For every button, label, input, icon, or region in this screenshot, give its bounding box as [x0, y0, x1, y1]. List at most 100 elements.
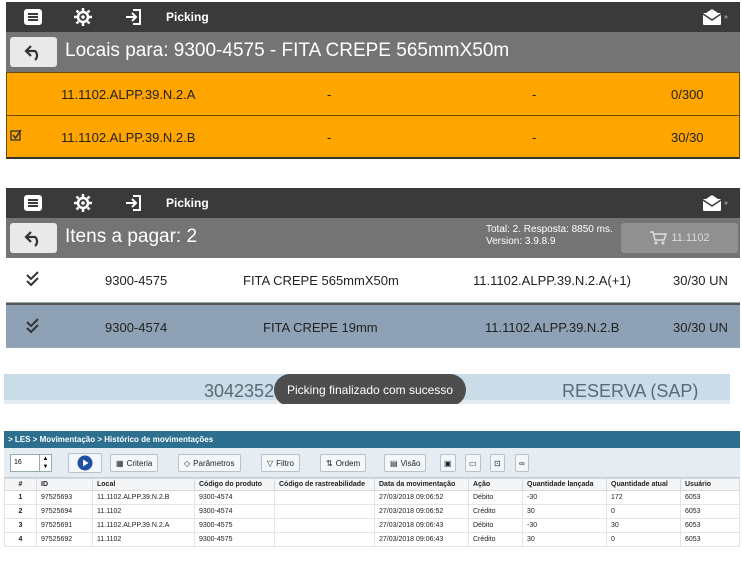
- parametros-button[interactable]: ◇ Parâmetros: [178, 454, 241, 472]
- col-header[interactable]: Código de rastreabilidade: [274, 478, 375, 491]
- link-icon: ∞: [519, 458, 525, 468]
- item-row[interactable]: 9300-4575 FITA CREPE 565mmX50m 11.1102.A…: [6, 258, 740, 303]
- back-button[interactable]: [10, 37, 57, 67]
- cell-id: 97525694: [36, 504, 93, 519]
- page-title: Locais para: 9300-4575 - FITA CREPE 565m…: [65, 40, 510, 61]
- item-code: 9300-4574: [105, 320, 168, 335]
- cell-user: 6053: [680, 504, 740, 519]
- location-col2: -: [327, 130, 332, 145]
- stepper-arrows-icon[interactable]: ▲ ▼: [39, 455, 51, 471]
- cell-date: 27/03/2018 09:06:52: [374, 490, 469, 505]
- excel-icon: ▣: [444, 458, 452, 468]
- item-qty: 30/30 UN: [673, 273, 728, 288]
- page-header: Itens a pagar: 2 Total: 2. Resposta: 885…: [6, 218, 740, 258]
- back-button[interactable]: [10, 223, 57, 253]
- parametros-label: Parâmetros: [193, 458, 235, 468]
- cell-trace: [274, 504, 375, 519]
- visao-button[interactable]: ▤ Visão: [384, 454, 427, 472]
- cell-product: 9300-4575: [194, 518, 275, 533]
- menu-icon[interactable]: [22, 8, 44, 26]
- criteria-button[interactable]: ▦ Criteria: [110, 454, 159, 472]
- col-header[interactable]: #: [4, 478, 37, 491]
- col-header[interactable]: Local: [92, 478, 195, 491]
- save-button[interactable]: ▭: [465, 454, 481, 472]
- item-row[interactable]: 9300-4574 FITA CREPE 19mm 11.1102.ALPP.3…: [6, 303, 740, 348]
- env-badge: »: [724, 199, 728, 207]
- ordem-button[interactable]: ⇅ Ordem: [320, 454, 367, 472]
- tag-icon: ◇: [184, 458, 191, 468]
- page-size-stepper[interactable]: 16 ▲ ▼: [10, 454, 52, 472]
- response-stats: Total: 2. Resposta: 8850 ms. Version: 3.…: [486, 224, 613, 248]
- cell-qty-posted: -30: [522, 518, 607, 533]
- col-header[interactable]: Usuário: [680, 478, 740, 491]
- filtro-button[interactable]: ▽ Filtro: [261, 454, 300, 472]
- sign-in-icon[interactable]: [122, 8, 144, 26]
- gear-icon[interactable]: [72, 194, 94, 212]
- envelope-icon[interactable]: »: [702, 193, 734, 213]
- history-panel: > LES > Movimentação > Histórico de movi…: [4, 431, 740, 562]
- location-row[interactable]: 11.1102.ALPP.39.N.2.A - - 0/300: [6, 72, 740, 116]
- cell-action: Débito: [468, 518, 523, 533]
- row-number: 2: [4, 504, 37, 519]
- cell-product: 9300-4575: [194, 532, 275, 547]
- cell-user: 6053: [680, 518, 740, 533]
- refresh-icon: ⊡: [494, 458, 501, 468]
- location-code: 11.1102.ALPP.39.N.2.A: [61, 87, 196, 102]
- save-icon: ▭: [469, 458, 477, 468]
- cell-date: 27/03/2018 09:06:43: [374, 518, 469, 533]
- table-icon: ▦: [116, 458, 124, 468]
- col-header[interactable]: Quantidade lançada: [522, 478, 607, 491]
- link-button[interactable]: ∞: [515, 454, 529, 472]
- cell-qty-posted: -30: [522, 490, 607, 505]
- cell-qty-posted: 30: [522, 532, 607, 547]
- col-header[interactable]: Data da movimentação: [374, 478, 469, 491]
- cell-user: 6053: [680, 532, 740, 547]
- cell-local: 11.1102.ALPP.39.N.2.A: [92, 518, 195, 533]
- table-row[interactable]: 3 97525691 11.1102.ALPP.39.N.2.A 9300-45…: [4, 518, 740, 533]
- col-header[interactable]: Quantidade atual: [606, 478, 681, 491]
- row-number: 4: [4, 532, 37, 547]
- cell-local: 11.1102: [92, 504, 195, 519]
- gear-icon[interactable]: [72, 8, 94, 26]
- stats-total: Total: 2. Resposta: 8850 ms.: [486, 224, 613, 235]
- cell-action: Crédito: [468, 532, 523, 547]
- cell-local: 11.1102.ALPP.39.N.2.B: [92, 490, 195, 505]
- toast-strip: 30423529 RESERVA (SAP) Picking finalizad…: [4, 374, 730, 404]
- double-check-icon: [26, 271, 40, 290]
- app-title: Picking: [166, 10, 209, 24]
- location-qty: 0/300: [671, 87, 704, 102]
- cart-icon: [650, 231, 668, 245]
- run-button[interactable]: [68, 453, 102, 473]
- menu-icon[interactable]: [22, 194, 44, 212]
- cell-qty-current: 172: [606, 490, 681, 505]
- cell-product: 9300-4574: [194, 490, 275, 505]
- item-code: 9300-4575: [105, 273, 168, 288]
- table-row[interactable]: 4 97525692 11.1102 9300-4575 27/03/2018 …: [4, 532, 740, 547]
- table-row[interactable]: 2 97525694 11.1102 9300-4574 27/03/2018 …: [4, 504, 740, 519]
- cell-product: 9300-4574: [194, 504, 275, 519]
- top-bar: Picking »: [6, 188, 740, 218]
- refresh-button[interactable]: ⊡: [490, 454, 505, 472]
- envelope-icon[interactable]: »: [702, 7, 734, 27]
- sort-icon: ⇅: [326, 458, 333, 468]
- page-size-value: 16: [14, 459, 22, 466]
- sign-in-icon[interactable]: [122, 194, 144, 212]
- item-qty: 30/30 UN: [673, 320, 728, 335]
- cell-qty-posted: 30: [522, 504, 607, 519]
- checkbox-checked-icon[interactable]: [10, 129, 22, 144]
- cell-qty-current: 30: [606, 518, 681, 533]
- col-header[interactable]: Código do produto: [194, 478, 275, 491]
- row-number: 3: [4, 518, 37, 533]
- funnel-icon: ▽: [267, 458, 274, 468]
- location-row[interactable]: 11.1102.ALPP.39.N.2.B - - 30/30: [6, 116, 740, 159]
- table-row[interactable]: 1 97525693 11.1102.ALPP.39.N.2.B 9300-45…: [4, 490, 740, 505]
- cell-action: Débito: [468, 490, 523, 505]
- table-header-row: # ID Local Código do produto Código de r…: [4, 478, 740, 491]
- cart-button[interactable]: 11.1102: [621, 223, 738, 253]
- col-header[interactable]: ID: [36, 478, 93, 491]
- item-description: FITA CREPE 565mmX50m: [243, 273, 399, 288]
- background-code: 30423529: [204, 381, 285, 401]
- col-header[interactable]: Ação: [468, 478, 523, 491]
- location-col2: -: [327, 87, 332, 102]
- export-excel-button[interactable]: ▣: [440, 454, 456, 472]
